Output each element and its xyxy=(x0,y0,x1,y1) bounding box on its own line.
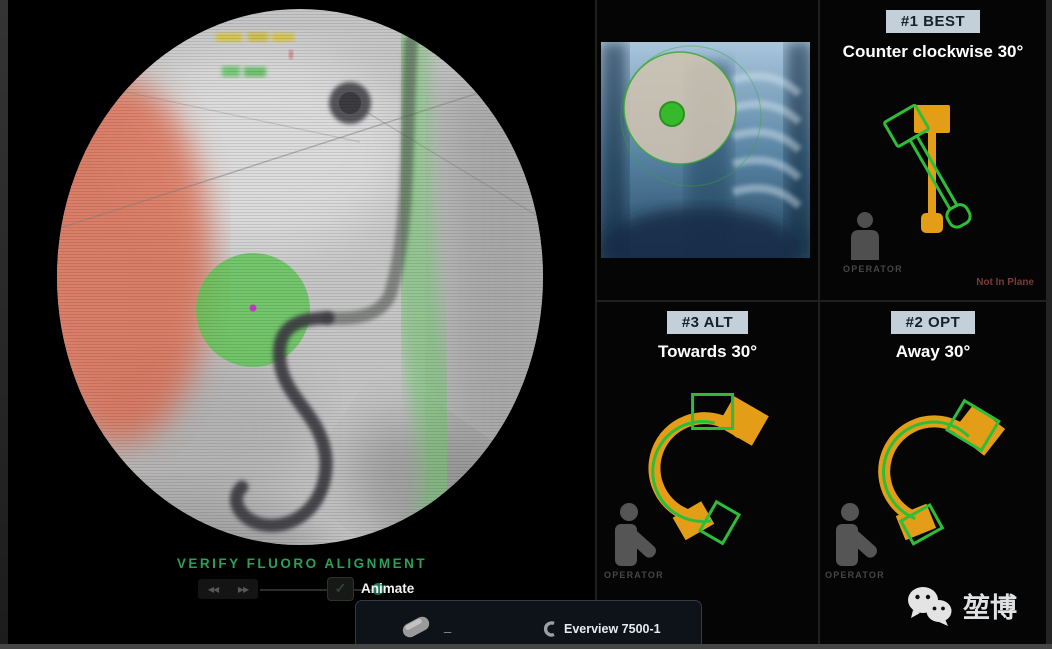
chest-xray-thumbnail xyxy=(601,42,810,258)
badge-row: #1 BEST xyxy=(820,10,1046,33)
operator-label: OPERATOR xyxy=(843,264,903,274)
c-arm-current-orange xyxy=(914,105,950,233)
badge-row: #3 ALT xyxy=(597,311,818,334)
fast-forward-button[interactable]: ▶▶ xyxy=(238,585,248,594)
target-marker xyxy=(660,102,684,126)
operator-label: OPERATOR xyxy=(825,570,885,580)
opt-instruction: Away 30° xyxy=(820,342,1046,362)
operator-icon xyxy=(823,502,885,566)
badge-row: #2 OPT xyxy=(820,311,1046,334)
fluoro-live-view: VERIFY FLUORO ALIGNMENT ◀◀ ▶▶ ✓ Animate xyxy=(8,0,596,644)
operator-label: OPERATOR xyxy=(604,570,664,580)
best-badge: #1 BEST xyxy=(886,10,980,33)
operator-icon xyxy=(602,502,664,566)
overlay-annotation-green xyxy=(222,66,266,77)
alt-instruction: Towards 30° xyxy=(597,342,818,362)
panel-best: #1 BEST Counter clockwise 30° OPERATOR N… xyxy=(820,0,1046,300)
not-in-plane-status: Not In Plane xyxy=(976,277,1034,288)
animate-checkbox[interactable]: ✓ xyxy=(327,577,354,601)
screen-right-edge xyxy=(1046,0,1052,649)
red-highlight-region xyxy=(28,80,212,444)
operator-icon xyxy=(848,212,882,260)
app-screen: VERIFY FLUORO ALIGNMENT ◀◀ ▶▶ ✓ Animate xyxy=(0,0,1052,649)
rewind-button[interactable]: ◀◀ xyxy=(208,585,218,594)
fluoro-image xyxy=(8,0,596,644)
catheter-tool-icon[interactable] xyxy=(398,616,438,638)
c-arm-device-icon xyxy=(542,621,558,637)
animate-label: Animate xyxy=(361,581,414,596)
device-name-label[interactable]: Everview 7500-1 xyxy=(564,622,661,636)
verify-fluoro-alignment-label: VERIFY FLUORO ALIGNMENT xyxy=(102,556,502,571)
panel-alt: #3 ALT Towards 30° OPERATOR xyxy=(597,302,818,644)
screen-left-edge xyxy=(0,0,8,649)
tool-label[interactable]: _ xyxy=(444,619,451,634)
overlay-annotation-yellow xyxy=(216,32,294,42)
screen-bottom-edge xyxy=(0,644,1052,649)
watermark-text: 堃博 xyxy=(963,586,1017,625)
device-bar: _ Everview 7500-1 xyxy=(355,600,702,645)
best-instruction: Counter clockwise 30° xyxy=(820,42,1046,62)
alt-badge: #3 ALT xyxy=(667,311,748,334)
overlay-annotation-red xyxy=(289,50,293,59)
target-center-dot xyxy=(250,305,257,312)
opt-badge: #2 OPT xyxy=(891,311,976,334)
wechat-icon xyxy=(903,585,955,627)
c-arm-current-orange xyxy=(654,396,768,540)
playback-controls: ◀◀ ▶▶ xyxy=(198,579,258,599)
watermark: 堃博 xyxy=(903,583,1048,628)
xray-overview-panel xyxy=(597,0,818,300)
